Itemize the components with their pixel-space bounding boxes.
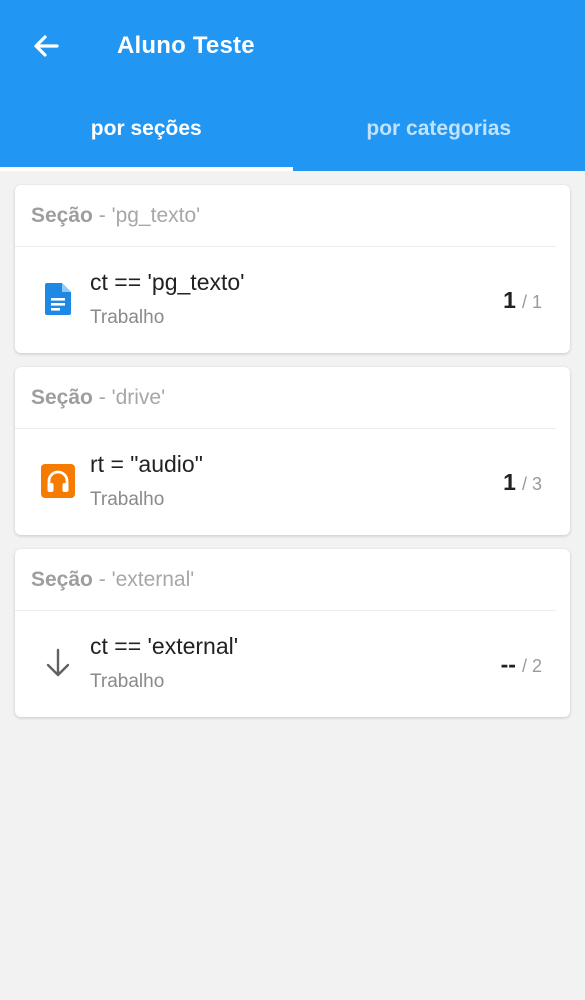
section-label: Seção <box>31 386 93 409</box>
activity-row[interactable]: rt = "audio" Trabalho 1 / 3 <box>15 429 570 535</box>
app-bar: Aluno Teste por seções por categorias <box>0 0 585 171</box>
section-name: 'pg_texto' <box>111 204 201 227</box>
score-value: -- <box>500 651 516 677</box>
score-total: 1 <box>531 292 542 312</box>
section-header: Seção - 'external' <box>15 549 556 611</box>
score-value: 1 <box>503 469 516 495</box>
activity-subtitle: Trabalho <box>90 307 165 328</box>
tab-bar: por seções por categorias <box>0 96 585 171</box>
section-header: Seção - 'drive' <box>15 367 556 429</box>
section-header: Seção - 'pg_texto' <box>15 185 556 247</box>
section-card: Seção - 'drive' rt = "audio" Trabalho 1 … <box>15 367 570 535</box>
section-label: Seção <box>31 204 93 227</box>
arrow-left-icon <box>34 35 59 57</box>
section-dash: - <box>98 386 106 409</box>
activity-row[interactable]: ct == 'external' Trabalho -- / 2 <box>15 611 570 717</box>
score-value: 1 <box>503 287 516 313</box>
score-separator: / <box>521 292 527 312</box>
page-title: Aluno Teste <box>117 32 255 59</box>
headphones-icon <box>41 464 75 498</box>
section-dash: - <box>98 568 106 591</box>
section-card: Seção - 'external' ct == 'external' Trab… <box>15 549 570 717</box>
score-total: 3 <box>531 474 542 494</box>
back-button[interactable] <box>30 30 62 62</box>
section-name: 'external' <box>111 568 195 591</box>
score-total: 2 <box>531 656 542 676</box>
tab-por-categorias[interactable]: por categorias <box>293 96 585 171</box>
section-list: Seção - 'pg_texto' ct == 'pg_texto' Trab… <box>0 171 585 717</box>
score: 1 / 1 <box>503 287 542 314</box>
document-icon <box>41 282 75 316</box>
activity-title: ct == 'pg_texto' <box>90 269 245 295</box>
score-separator: / <box>521 474 527 494</box>
section-name: 'drive' <box>111 386 166 409</box>
score: 1 / 3 <box>503 469 542 496</box>
activity-subtitle: Trabalho <box>90 489 165 510</box>
activity-row[interactable]: ct == 'pg_texto' Trabalho 1 / 1 <box>15 247 570 353</box>
section-card: Seção - 'pg_texto' ct == 'pg_texto' Trab… <box>15 185 570 353</box>
score-separator: / <box>521 656 527 676</box>
activity-subtitle: Trabalho <box>90 671 165 692</box>
activity-title: rt = "audio" <box>90 451 203 477</box>
score: -- / 2 <box>501 651 542 678</box>
arrow-down-icon <box>41 646 75 680</box>
section-dash: - <box>98 204 106 227</box>
activity-title: ct == 'external' <box>90 633 239 659</box>
tab-por-secoes[interactable]: por seções <box>0 96 293 171</box>
section-label: Seção <box>31 568 93 591</box>
